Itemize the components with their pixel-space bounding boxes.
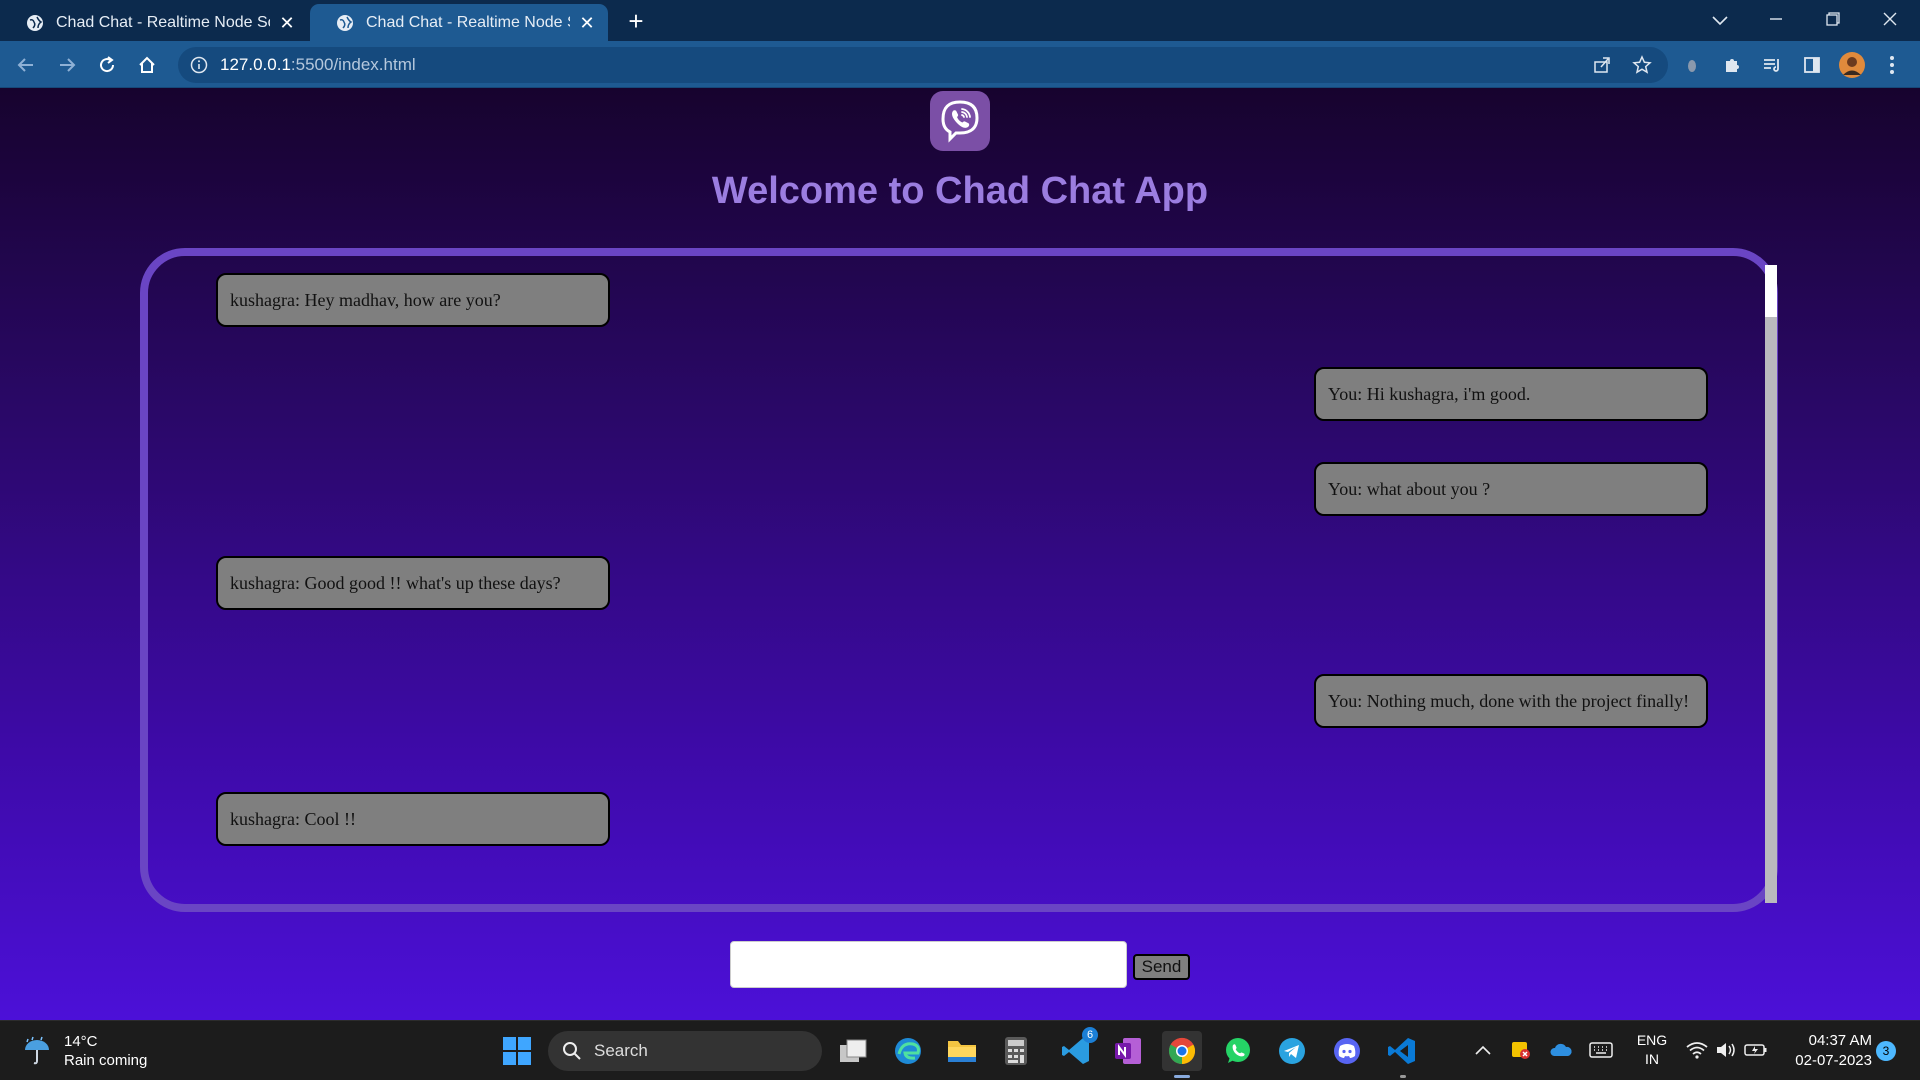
tab-search-chevron-icon[interactable] [1700,6,1740,34]
umbrella-rain-icon [25,1036,49,1065]
weather-desc: Rain coming [64,1052,148,1069]
message-sent: You: Nothing much, done with the project… [1314,674,1708,728]
wifi-icon[interactable] [1682,1035,1712,1065]
page-viewport: Welcome to Chad Chat App kushagra: Hey m… [0,88,1920,1020]
notification-count-badge[interactable]: 3 [1876,1041,1896,1061]
keyboard-icon[interactable] [1586,1035,1616,1065]
running-indicator [1400,1075,1406,1078]
file-explorer-icon[interactable] [942,1031,982,1071]
more-menu-icon[interactable] [1878,51,1906,79]
windows-start-icon[interactable] [497,1031,537,1071]
lang-region: IN [1645,1051,1659,1067]
browser-tab-active[interactable]: Chad Chat - Realtime Node Sock ✕ [310,4,608,41]
forward-arrow-icon[interactable] [53,51,81,79]
search-label: Search [594,1041,648,1060]
globe-icon [27,14,43,31]
tab-title: Chad Chat - Realtime Node Sock [366,13,570,31]
windows-taskbar: 14°C Rain coming Search 6 ENG IN 04:37 A… [0,1020,1920,1080]
restore-icon[interactable] [1813,6,1853,34]
vscode-icon[interactable] [1382,1031,1422,1078]
calculator-icon[interactable] [996,1031,1036,1071]
weather-widget[interactable]: 14°C Rain coming [22,1031,147,1071]
chat-container: kushagra: Hey madhav, how are you? You: … [140,248,1778,912]
search-icon [563,1042,581,1060]
close-icon[interactable]: ✕ [278,14,296,32]
lang-code: ENG [1636,1032,1668,1048]
share-icon[interactable] [1588,51,1616,79]
browser-toolbar: 127.0.0.1:5500/index.html [0,41,1920,88]
whatsapp-icon[interactable] [1218,1031,1258,1071]
globe-icon [337,14,353,31]
avatar[interactable] [1838,51,1866,79]
edge-browser-icon[interactable] [888,1031,928,1071]
viber-logo-icon [930,91,990,151]
browser-tab[interactable]: Chad Chat - Realtime Node Sock ✕ [0,4,308,41]
chrome-icon[interactable] [1162,1031,1202,1078]
system-clock[interactable]: 04:37 AM 02-07-2023 [1782,1031,1872,1071]
language-indicator[interactable]: ENG IN [1634,1031,1670,1069]
media-playlist-icon[interactable] [1758,51,1786,79]
page-title: Welcome to Chad Chat App [711,170,1209,212]
message-sent: You: Hi kushagra, i'm good. [1314,367,1708,421]
new-tab-button[interactable]: + [622,8,650,36]
info-icon[interactable] [190,56,208,74]
message-input[interactable] [730,941,1127,988]
close-icon[interactable]: ✕ [578,14,596,32]
url-text[interactable]: 127.0.0.1:5500/index.html [220,55,416,75]
address-bar[interactable]: 127.0.0.1:5500/index.html [178,47,1668,83]
clock-time: 04:37 AM [1808,1032,1872,1049]
window-close-icon[interactable] [1870,6,1910,34]
vpn-shield-icon[interactable] [1506,1035,1536,1065]
browser-tab-bar: Chad Chat - Realtime Node Sock ✕ Chad Ch… [0,0,1920,41]
bookmark-star-icon[interactable] [1628,51,1656,79]
message-received: kushagra: Good good !! what's up these d… [216,556,610,610]
extension-icon[interactable] [1678,51,1706,79]
home-icon[interactable] [133,51,161,79]
battery-icon[interactable] [1741,1035,1771,1065]
onedrive-cloud-icon[interactable] [1546,1035,1576,1065]
onenote-icon[interactable] [1108,1031,1148,1071]
volume-icon[interactable] [1711,1035,1741,1065]
side-panel-icon[interactable] [1798,51,1826,79]
vscode-insiders-icon[interactable]: 6 [1056,1027,1098,1071]
show-hidden-icons-chevron-icon[interactable] [1468,1035,1498,1065]
puzzle-icon[interactable] [1718,51,1746,79]
message-received: kushagra: Cool !! [216,792,610,846]
discord-icon[interactable] [1327,1031,1367,1071]
weather-temp: 14°C [64,1033,98,1050]
message-received: kushagra: Hey madhav, how are you? [216,273,610,327]
back-arrow-icon[interactable] [12,51,40,79]
telegram-icon[interactable] [1272,1031,1312,1071]
chat-scrollbar[interactable] [1765,265,1777,903]
send-button[interactable]: Send [1133,954,1190,980]
weather-text: 14°C Rain coming [64,1032,147,1070]
minimize-icon[interactable] [1756,6,1796,34]
scrollbar-thumb[interactable] [1765,265,1777,317]
active-indicator [1174,1075,1190,1078]
reload-icon[interactable] [93,51,121,79]
notification-badge: 6 [1082,1027,1098,1043]
task-view-icon[interactable] [833,1031,873,1071]
message-sent: You: what about you ? [1314,462,1708,516]
clock-date: 02-07-2023 [1795,1052,1872,1069]
tab-title: Chad Chat - Realtime Node Sock [56,13,270,31]
taskbar-search[interactable]: Search [548,1031,822,1071]
